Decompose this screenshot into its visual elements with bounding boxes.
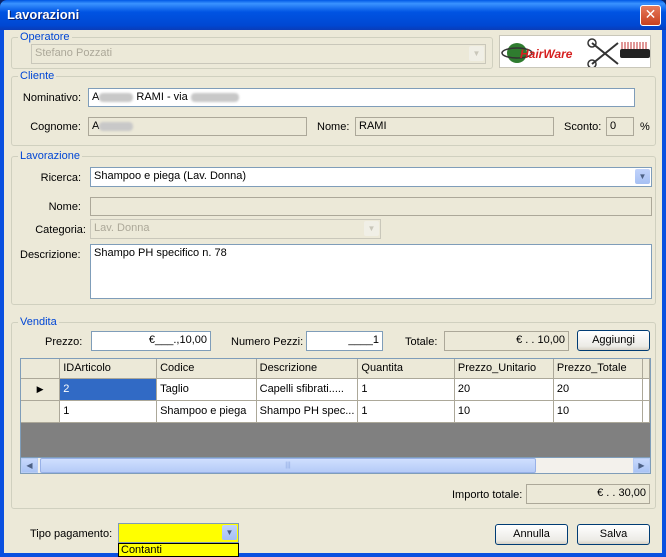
tipo-pagamento-select[interactable]: ▼ xyxy=(118,523,239,543)
grid-horizontal-scrollbar[interactable]: ◀ ||| ▶ xyxy=(20,457,651,474)
categoria-select: Lav. Donna ▼ xyxy=(90,219,381,239)
sconto-label: Sconto: xyxy=(564,121,602,133)
chevron-down-icon: ▼ xyxy=(469,46,484,61)
grid-cell[interactable]: 20 xyxy=(553,378,644,401)
pezzi-value: ____1 xyxy=(348,334,379,346)
totale-label: Totale: xyxy=(405,336,438,348)
annulla-button[interactable]: Annulla xyxy=(495,524,568,545)
grid-row-filler xyxy=(642,400,650,423)
nome-lavorazione-field xyxy=(90,197,652,216)
grid-cell[interactable]: 20 xyxy=(454,378,554,401)
redacted-cognome xyxy=(99,121,134,131)
grid-cell[interactable]: 1 xyxy=(357,378,455,401)
nome-cliente-field: RAMI xyxy=(355,117,554,136)
cognome-value: A xyxy=(92,120,100,132)
cognome-field: A xyxy=(88,117,307,136)
totale-value: € . . 10,00 xyxy=(516,334,565,346)
descrizione-label: Descrizione: xyxy=(20,249,81,261)
chevron-down-icon[interactable]: ▼ xyxy=(222,525,237,540)
descrizione-textarea[interactable]: Shampo PH specifico n. 78 xyxy=(90,244,652,299)
grid-cell[interactable]: Shampo PH spec... xyxy=(256,400,359,423)
salva-button[interactable]: Salva xyxy=(577,524,650,545)
logo-graphic: HairWare xyxy=(501,38,650,67)
importo-field: € . . 30,00 xyxy=(526,484,650,504)
articoli-table: IDArticolo Codice Descrizione Quantita Prezz… xyxy=(21,359,650,423)
tipo-pagamento-label: Tipo pagamento: xyxy=(30,528,113,540)
vendita-legend: Vendita xyxy=(20,316,57,328)
categoria-label: Categoria: xyxy=(35,224,86,236)
table-row[interactable]: ▶ 2 Taglio Capelli sfibrati..... 1 20 20 xyxy=(21,378,650,401)
grid-cell[interactable]: 1 xyxy=(357,400,455,423)
nominativo-field[interactable]: A RAMI - via xyxy=(88,88,635,107)
prezzo-label: Prezzo: xyxy=(45,336,83,348)
close-icon: ✕ xyxy=(644,7,657,23)
scroll-thumb[interactable]: ||| xyxy=(40,458,536,473)
table-row[interactable]: 1 Shampoo e piega Shampo PH spec... 1 10 10 xyxy=(21,400,650,423)
prezzo-value: €___.,10,00 xyxy=(148,334,207,346)
window-title: Lavorazioni xyxy=(7,7,80,22)
scroll-right-icon[interactable]: ▶ xyxy=(633,458,650,473)
grid-cell[interactable]: 1 xyxy=(59,400,158,423)
title-bar[interactable]: Lavorazioni ✕ xyxy=(0,0,666,30)
operatore-value: Stefano Pozzati xyxy=(35,47,113,59)
importo-label: Importo totale: xyxy=(452,489,523,501)
operatore-select: Stefano Pozzati ▼ xyxy=(31,44,486,64)
ricerca-label: Ricerca: xyxy=(40,172,81,184)
window: Lavorazioni ✕ Operatore Stefano Pozzati … xyxy=(0,0,666,557)
importo-value: € . . 30,00 xyxy=(597,487,646,499)
grid-column-header[interactable]: Codice xyxy=(156,359,257,379)
categoria-value: Lav. Donna xyxy=(94,222,150,234)
grid-column-header[interactable]: Prezzo_Totale xyxy=(553,359,644,379)
cliente-legend: Cliente xyxy=(20,70,55,82)
grid-cell[interactable]: 2 xyxy=(59,378,158,401)
grid-cell[interactable]: Shampoo e piega xyxy=(156,400,257,423)
totale-field: € . . 10,00 xyxy=(444,331,569,351)
redacted-surname xyxy=(99,92,134,102)
ricerca-select[interactable]: Shampoo e piega (Lav. Donna) ▼ xyxy=(90,167,652,187)
nominativo-prefix: A xyxy=(92,91,100,103)
chevron-down-icon[interactable]: ▼ xyxy=(635,169,650,184)
window-border-bottom xyxy=(0,553,666,557)
redacted-address xyxy=(190,92,239,102)
logo-text: HairWare xyxy=(520,47,573,61)
grid-column-header[interactable]: Prezzo_Unitario xyxy=(454,359,554,379)
close-button[interactable]: ✕ xyxy=(640,5,661,26)
grid-cell[interactable]: 10 xyxy=(553,400,644,423)
grid-column-header[interactable]: Quantita xyxy=(357,359,455,379)
grid-column-header[interactable]: Descrizione xyxy=(256,359,359,379)
scroll-left-icon[interactable]: ◀ xyxy=(21,458,38,473)
grid-row-filler xyxy=(642,378,650,401)
nominativo-label: Nominativo: xyxy=(22,92,81,104)
aggiungi-button[interactable]: Aggiungi xyxy=(577,330,650,351)
nominativo-mid: RAMI - via xyxy=(133,91,191,103)
nome-cliente-label: Nome: xyxy=(317,121,350,133)
current-row-icon[interactable]: ▶ xyxy=(21,378,61,401)
chevron-down-icon: ▼ xyxy=(364,221,379,236)
tipo-pagamento-dropdown[interactable]: Contanti xyxy=(118,543,239,557)
option-contanti[interactable]: Contanti xyxy=(121,544,162,556)
grid-cell[interactable]: Taglio xyxy=(156,378,257,401)
nome-cliente-value: RAMI xyxy=(359,120,387,132)
cognome-label: Cognome: xyxy=(30,121,81,133)
operatore-legend: Operatore xyxy=(20,31,70,43)
grid-header-filler xyxy=(642,359,650,379)
row-header[interactable] xyxy=(21,400,61,423)
window-border-right xyxy=(662,30,666,557)
grid-column-header[interactable]: IDArticolo xyxy=(59,359,158,379)
grid-corner-header xyxy=(21,359,61,379)
sconto-field: 0 xyxy=(606,117,634,136)
nome-lavorazione-label: Nome: xyxy=(48,201,81,213)
pezzi-label: Numero Pezzi: xyxy=(231,336,304,348)
hairware-logo: HairWare xyxy=(499,35,651,68)
grid-cell[interactable]: 10 xyxy=(454,400,554,423)
pezzi-field[interactable]: ____1 xyxy=(306,331,383,351)
ricerca-value: Shampoo e piega (Lav. Donna) xyxy=(94,170,247,182)
sconto-value: 0 xyxy=(610,120,617,132)
grid-header-row: IDArticolo Codice Descrizione Quantita Prezz… xyxy=(21,359,650,379)
grid-cell[interactable]: Capelli sfibrati..... xyxy=(256,378,359,401)
sconto-unit: % xyxy=(640,121,650,133)
prezzo-field[interactable]: €___.,10,00 xyxy=(91,331,211,351)
descrizione-value: Shampo PH specifico n. 78 xyxy=(94,247,227,259)
lavorazione-legend: Lavorazione xyxy=(20,150,80,162)
